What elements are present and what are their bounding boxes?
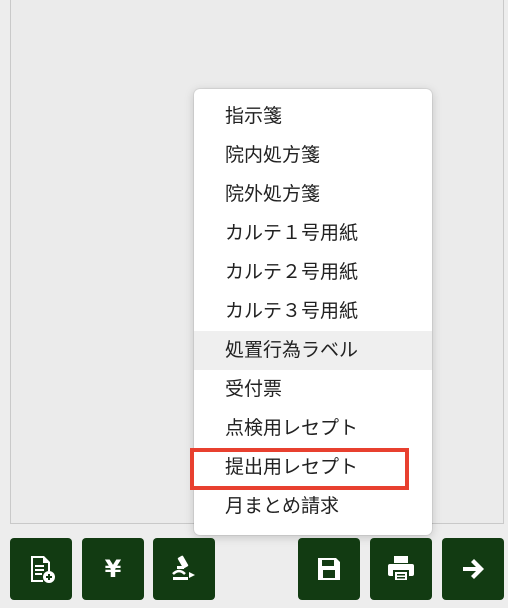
yen-icon: ¥ — [104, 555, 122, 583]
microscope-icon — [172, 555, 195, 580]
menu-item-chart-form-3[interactable]: カルテ３号用紙 — [194, 292, 432, 331]
menu-item-monthly-billing[interactable]: 月まとめ請求 — [194, 487, 432, 526]
arrow-right-icon — [463, 559, 484, 579]
menu-item-in-house-prescription[interactable]: 院内処方箋 — [194, 136, 432, 175]
menu-item-inspection-receipt[interactable]: 点検用レセプト — [194, 409, 432, 448]
print-button[interactable] — [370, 538, 432, 600]
menu-item-reception-slip[interactable]: 受付票 — [194, 370, 432, 409]
menu-item-treatment-label[interactable]: 処置行為ラベル — [194, 331, 432, 370]
lab-test-button[interactable] — [153, 538, 215, 600]
save-icon — [318, 558, 340, 580]
save-button[interactable] — [298, 538, 360, 600]
next-button[interactable] — [442, 538, 504, 600]
add-record-button[interactable] — [10, 538, 72, 600]
bottom-toolbar: ¥ — [0, 536, 508, 608]
menu-item-instruction-sheet[interactable]: 指示箋 — [194, 97, 432, 136]
menu-item-chart-form-2[interactable]: カルテ２号用紙 — [194, 253, 432, 292]
document-add-icon — [31, 556, 55, 583]
menu-item-outside-prescription[interactable]: 院外処方箋 — [194, 175, 432, 214]
print-menu: 指示箋 院内処方箋 院外処方箋 カルテ１号用紙 カルテ２号用紙 カルテ３号用紙 … — [194, 89, 432, 535]
menu-item-submission-receipt[interactable]: 提出用レセプト — [194, 448, 432, 487]
print-icon — [388, 556, 414, 582]
billing-button[interactable]: ¥ — [82, 538, 144, 600]
menu-item-chart-form-1[interactable]: カルテ１号用紙 — [194, 214, 432, 253]
